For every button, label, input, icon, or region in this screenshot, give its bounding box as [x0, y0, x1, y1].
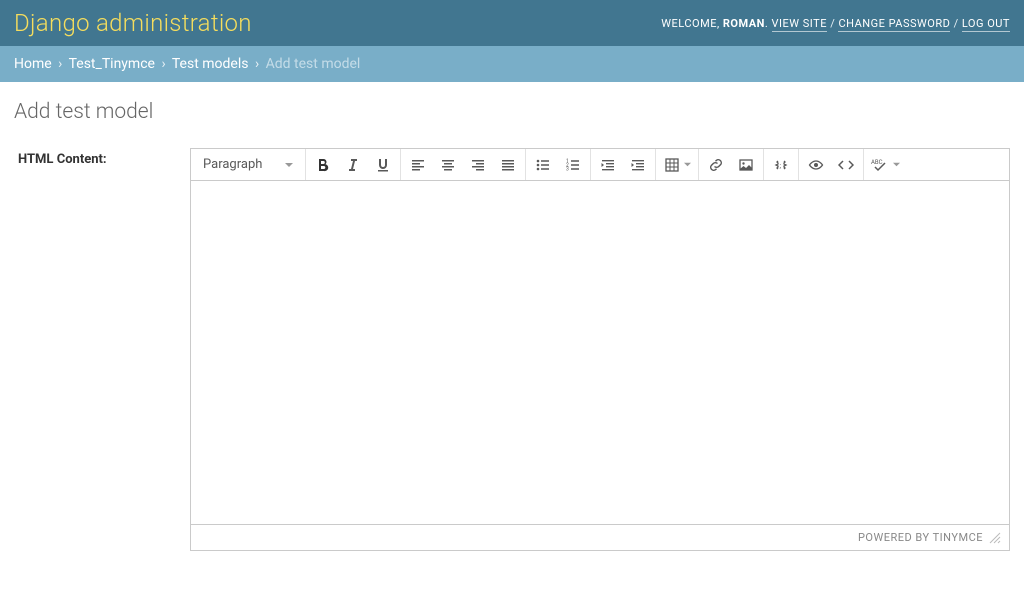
bold-button[interactable]: [308, 150, 338, 180]
bold-icon: [315, 157, 331, 173]
separator: /: [954, 17, 962, 30]
welcome-text: WELCOME,: [661, 17, 719, 30]
spellcheck-icon: ABC: [871, 157, 889, 173]
breadcrumb-home[interactable]: Home: [14, 56, 52, 72]
breadcrumb-model[interactable]: Test models: [172, 56, 249, 72]
breadcrumb-final: Add test model: [266, 56, 361, 72]
page-title: Add test model: [14, 100, 1010, 124]
table-icon: [664, 157, 680, 173]
toolbar-group-code: ;: [764, 149, 799, 180]
svg-text:3: 3: [566, 166, 569, 172]
align-justify-icon: [500, 157, 516, 173]
toolbar-group-format: Paragraph: [191, 149, 306, 180]
site-branding[interactable]: Django administration: [14, 9, 252, 37]
chevron-down-icon: [684, 161, 691, 168]
change-password-link[interactable]: CHANGE PASSWORD: [838, 17, 950, 32]
period: .: [765, 17, 768, 30]
align-right-icon: [470, 157, 486, 173]
eye-icon: [808, 157, 824, 173]
toolbar-group-spell: ABC: [864, 149, 906, 180]
format-select-value: Paragraph: [203, 157, 262, 172]
underline-button[interactable]: [368, 150, 398, 180]
powered-by-label[interactable]: POWERED BY TINYMCE: [858, 531, 983, 544]
align-left-icon: [410, 157, 426, 173]
image-icon: [738, 157, 754, 173]
underline-icon: [375, 157, 391, 173]
format-select[interactable]: Paragraph: [193, 150, 303, 180]
breadcrumb: Home › Test_Tinymce › Test models › Add …: [0, 46, 1024, 82]
tinymce-editor: Paragraph: [190, 148, 1010, 551]
code-icon: [838, 157, 854, 173]
toolbar-group-lists: 123: [526, 149, 591, 180]
toolbar-group-view: [799, 149, 864, 180]
outdent-button[interactable]: [593, 150, 623, 180]
resize-handle-icon[interactable]: [989, 532, 1001, 544]
code-button[interactable]: [831, 150, 861, 180]
codesample-button[interactable]: ;: [766, 150, 796, 180]
align-left-button[interactable]: [403, 150, 433, 180]
breadcrumb-sep: ›: [55, 56, 65, 72]
toolbar-group-insert: [699, 149, 764, 180]
editor-status-bar: POWERED BY TINYMCE: [191, 524, 1009, 550]
italic-icon: [345, 157, 361, 173]
numbered-list-icon: 123: [565, 157, 581, 173]
image-button[interactable]: [731, 150, 761, 180]
indent-button[interactable]: [623, 150, 653, 180]
align-center-button[interactable]: [433, 150, 463, 180]
numbered-list-button[interactable]: 123: [558, 150, 588, 180]
svg-text:;: ;: [780, 162, 782, 170]
table-button[interactable]: [658, 150, 696, 180]
admin-header: Django administration WELCOME, ROMAN. VI…: [0, 0, 1024, 46]
content: Add test model HTML Content: Paragraph: [0, 82, 1024, 571]
link-button[interactable]: [701, 150, 731, 180]
user-links: WELCOME, ROMAN. VIEW SITE / CHANGE PASSW…: [661, 17, 1010, 30]
logout-link[interactable]: LOG OUT: [962, 17, 1010, 32]
spellcheck-button[interactable]: ABC: [866, 150, 904, 180]
preview-button[interactable]: [801, 150, 831, 180]
outdent-icon: [600, 157, 616, 173]
breadcrumb-sep: ›: [252, 56, 262, 72]
bullet-list-button[interactable]: [528, 150, 558, 180]
indent-icon: [630, 157, 646, 173]
chevron-down-icon: [285, 161, 293, 169]
align-right-button[interactable]: [463, 150, 493, 180]
bullet-list-icon: [535, 157, 551, 173]
username: ROMAN: [723, 17, 765, 30]
editor-toolbar: Paragraph: [191, 149, 1009, 181]
toolbar-group-align: [401, 149, 526, 180]
html-content-field: Paragraph: [190, 148, 1010, 551]
italic-button[interactable]: [338, 150, 368, 180]
html-content-label: HTML Content:: [14, 148, 190, 167]
link-icon: [708, 157, 724, 173]
toolbar-group-table: [656, 149, 699, 180]
toolbar-group-textstyle: [306, 149, 401, 180]
form-row-html-content: HTML Content: Paragraph: [14, 148, 1010, 551]
svg-text:ABC: ABC: [871, 159, 883, 166]
chevron-down-icon: [893, 161, 900, 168]
align-justify-button[interactable]: [493, 150, 523, 180]
codesample-icon: ;: [773, 157, 789, 173]
toolbar-group-indent: [591, 149, 656, 180]
breadcrumb-app[interactable]: Test_Tinymce: [69, 56, 155, 72]
align-center-icon: [440, 157, 456, 173]
editor-content-area[interactable]: [191, 181, 1009, 524]
breadcrumb-sep: ›: [158, 56, 168, 72]
view-site-link[interactable]: VIEW SITE: [772, 17, 827, 32]
